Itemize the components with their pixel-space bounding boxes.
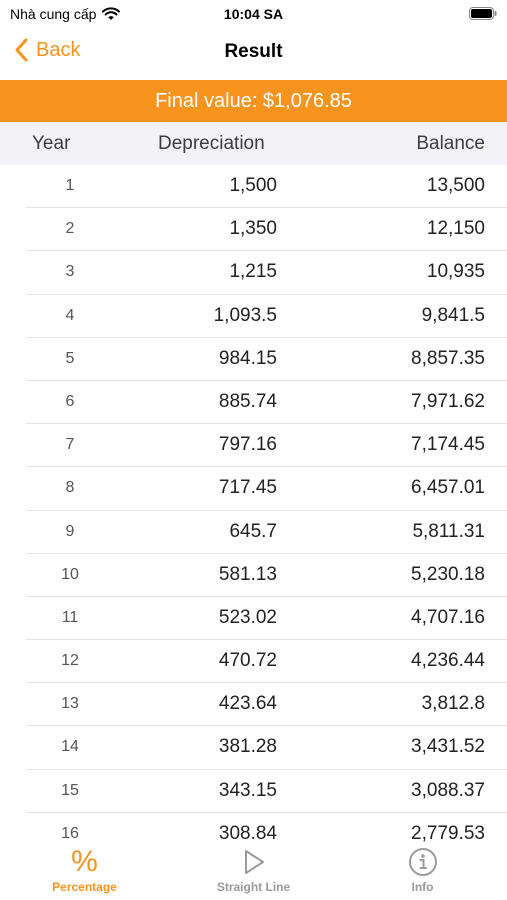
cell-depreciation: 523.02 [218, 606, 277, 628]
table-row: 15 343.15 3,088.37 [26, 770, 507, 813]
cell-balance: 9,841.5 [421, 304, 485, 326]
table-row: 1 1,500 13,500 [26, 165, 507, 209]
cell-year: 10 [61, 565, 79, 583]
cell-balance: 3,431.52 [411, 736, 485, 758]
cell-year: 4 [65, 306, 75, 324]
result-screen: Nhà cung cấp 10:04 SA Back Result Final … [0, 0, 507, 900]
cell-year: 3 [65, 263, 75, 281]
info-icon [338, 846, 507, 878]
cell-depreciation: 581.13 [218, 563, 277, 585]
cell-year: 1 [65, 177, 75, 194]
cell-depreciation: 797.16 [218, 434, 277, 456]
cell-year: 16 [61, 824, 79, 842]
table-row: 9 645.7 5,811.31 [26, 511, 507, 554]
tab-info[interactable]: Info [338, 846, 507, 894]
cell-balance: 4,236.44 [411, 650, 485, 672]
cell-depreciation: 984.15 [218, 347, 277, 369]
status-bar: Nhà cung cấp 10:04 SA [0, 0, 507, 28]
cell-depreciation: 423.64 [218, 693, 277, 715]
table-row: 7 797.16 7,174.45 [26, 424, 507, 468]
results-table[interactable]: 1 1,500 13,500 2 1,350 12,150 3 1,215 10… [0, 165, 507, 845]
table-row: 12 470.72 4,236.44 [26, 640, 507, 684]
cell-balance: 3,088.37 [411, 779, 485, 801]
battery-icon [469, 7, 497, 20]
cell-depreciation: 343.15 [218, 779, 277, 801]
cell-year: 9 [65, 522, 75, 540]
final-value-banner: Final value: $1,076.85 [0, 80, 507, 122]
tab-label: Straight Line [216, 880, 291, 894]
cell-depreciation: 1,500 [229, 175, 277, 196]
table-row: 4 1,093.5 9,841.5 [26, 295, 507, 338]
table-row: 2 1,350 12,150 [26, 208, 507, 252]
cell-year: 12 [61, 652, 79, 670]
cell-balance: 4,707.16 [411, 606, 485, 628]
cell-balance: 7,174.45 [411, 434, 485, 456]
header-depreciation: Depreciation [158, 133, 265, 154]
cell-balance: 6,457.01 [411, 477, 485, 499]
table-row: 10 581.13 5,230.18 [26, 554, 507, 597]
cell-balance: 10,935 [426, 261, 485, 283]
cell-depreciation: 470.72 [218, 650, 277, 672]
tab-bar: % Percentage Straight Line Info [0, 842, 507, 900]
cell-year: 2 [65, 220, 75, 238]
table-row: 14 381.28 3,431.52 [26, 726, 507, 770]
play-icon [169, 846, 338, 878]
tab-straight-line[interactable]: Straight Line [169, 846, 338, 894]
header-year: Year [32, 133, 71, 154]
cell-year: 6 [65, 392, 75, 410]
table-row: 6 885.74 7,971.62 [26, 381, 507, 425]
table-row: 16 308.84 2,779.53 [26, 813, 507, 845]
cell-balance: 12,150 [426, 218, 485, 240]
cell-depreciation: 381.28 [218, 736, 277, 758]
tab-label: Info [411, 880, 434, 894]
cell-year: 11 [61, 608, 79, 626]
cell-year: 13 [61, 695, 79, 713]
navigation-bar: Back Result [0, 30, 507, 76]
cell-balance: 5,811.31 [412, 520, 485, 542]
tab-label: Percentage [52, 880, 117, 894]
percent-icon: % [71, 845, 98, 878]
cell-year: 8 [65, 479, 75, 497]
cell-balance: 7,971.62 [411, 390, 485, 412]
page-title: Result [224, 41, 283, 62]
table-row: 13 423.64 3,812.8 [26, 683, 507, 727]
cell-depreciation: 645.7 [229, 520, 277, 542]
cell-year: 5 [65, 349, 75, 367]
header-balance: Balance [416, 133, 485, 154]
table-header: Year Depreciation Balance [0, 122, 507, 165]
cell-balance: 13,500 [426, 175, 485, 196]
cell-balance: 8,857.35 [411, 347, 485, 369]
table-row: 5 984.15 8,857.35 [26, 338, 507, 381]
tab-percentage[interactable]: % Percentage [0, 845, 169, 895]
cell-balance: 3,812.8 [421, 693, 485, 715]
cell-balance: 5,230.18 [411, 563, 485, 585]
status-time: 10:04 SA [223, 6, 284, 22]
cell-year: 15 [61, 781, 79, 799]
cell-year: 14 [61, 738, 79, 756]
table-row: 8 717.45 6,457.01 [26, 467, 507, 511]
cell-depreciation: 1,093.5 [213, 304, 277, 326]
cell-depreciation: 1,215 [229, 261, 277, 283]
cell-depreciation: 885.74 [218, 390, 277, 412]
cell-depreciation: 717.45 [218, 477, 277, 499]
cell-depreciation: 1,350 [229, 218, 277, 240]
table-row: 11 523.02 4,707.16 [26, 597, 507, 641]
table-row: 3 1,215 10,935 [26, 251, 507, 295]
cell-year: 7 [65, 436, 75, 454]
